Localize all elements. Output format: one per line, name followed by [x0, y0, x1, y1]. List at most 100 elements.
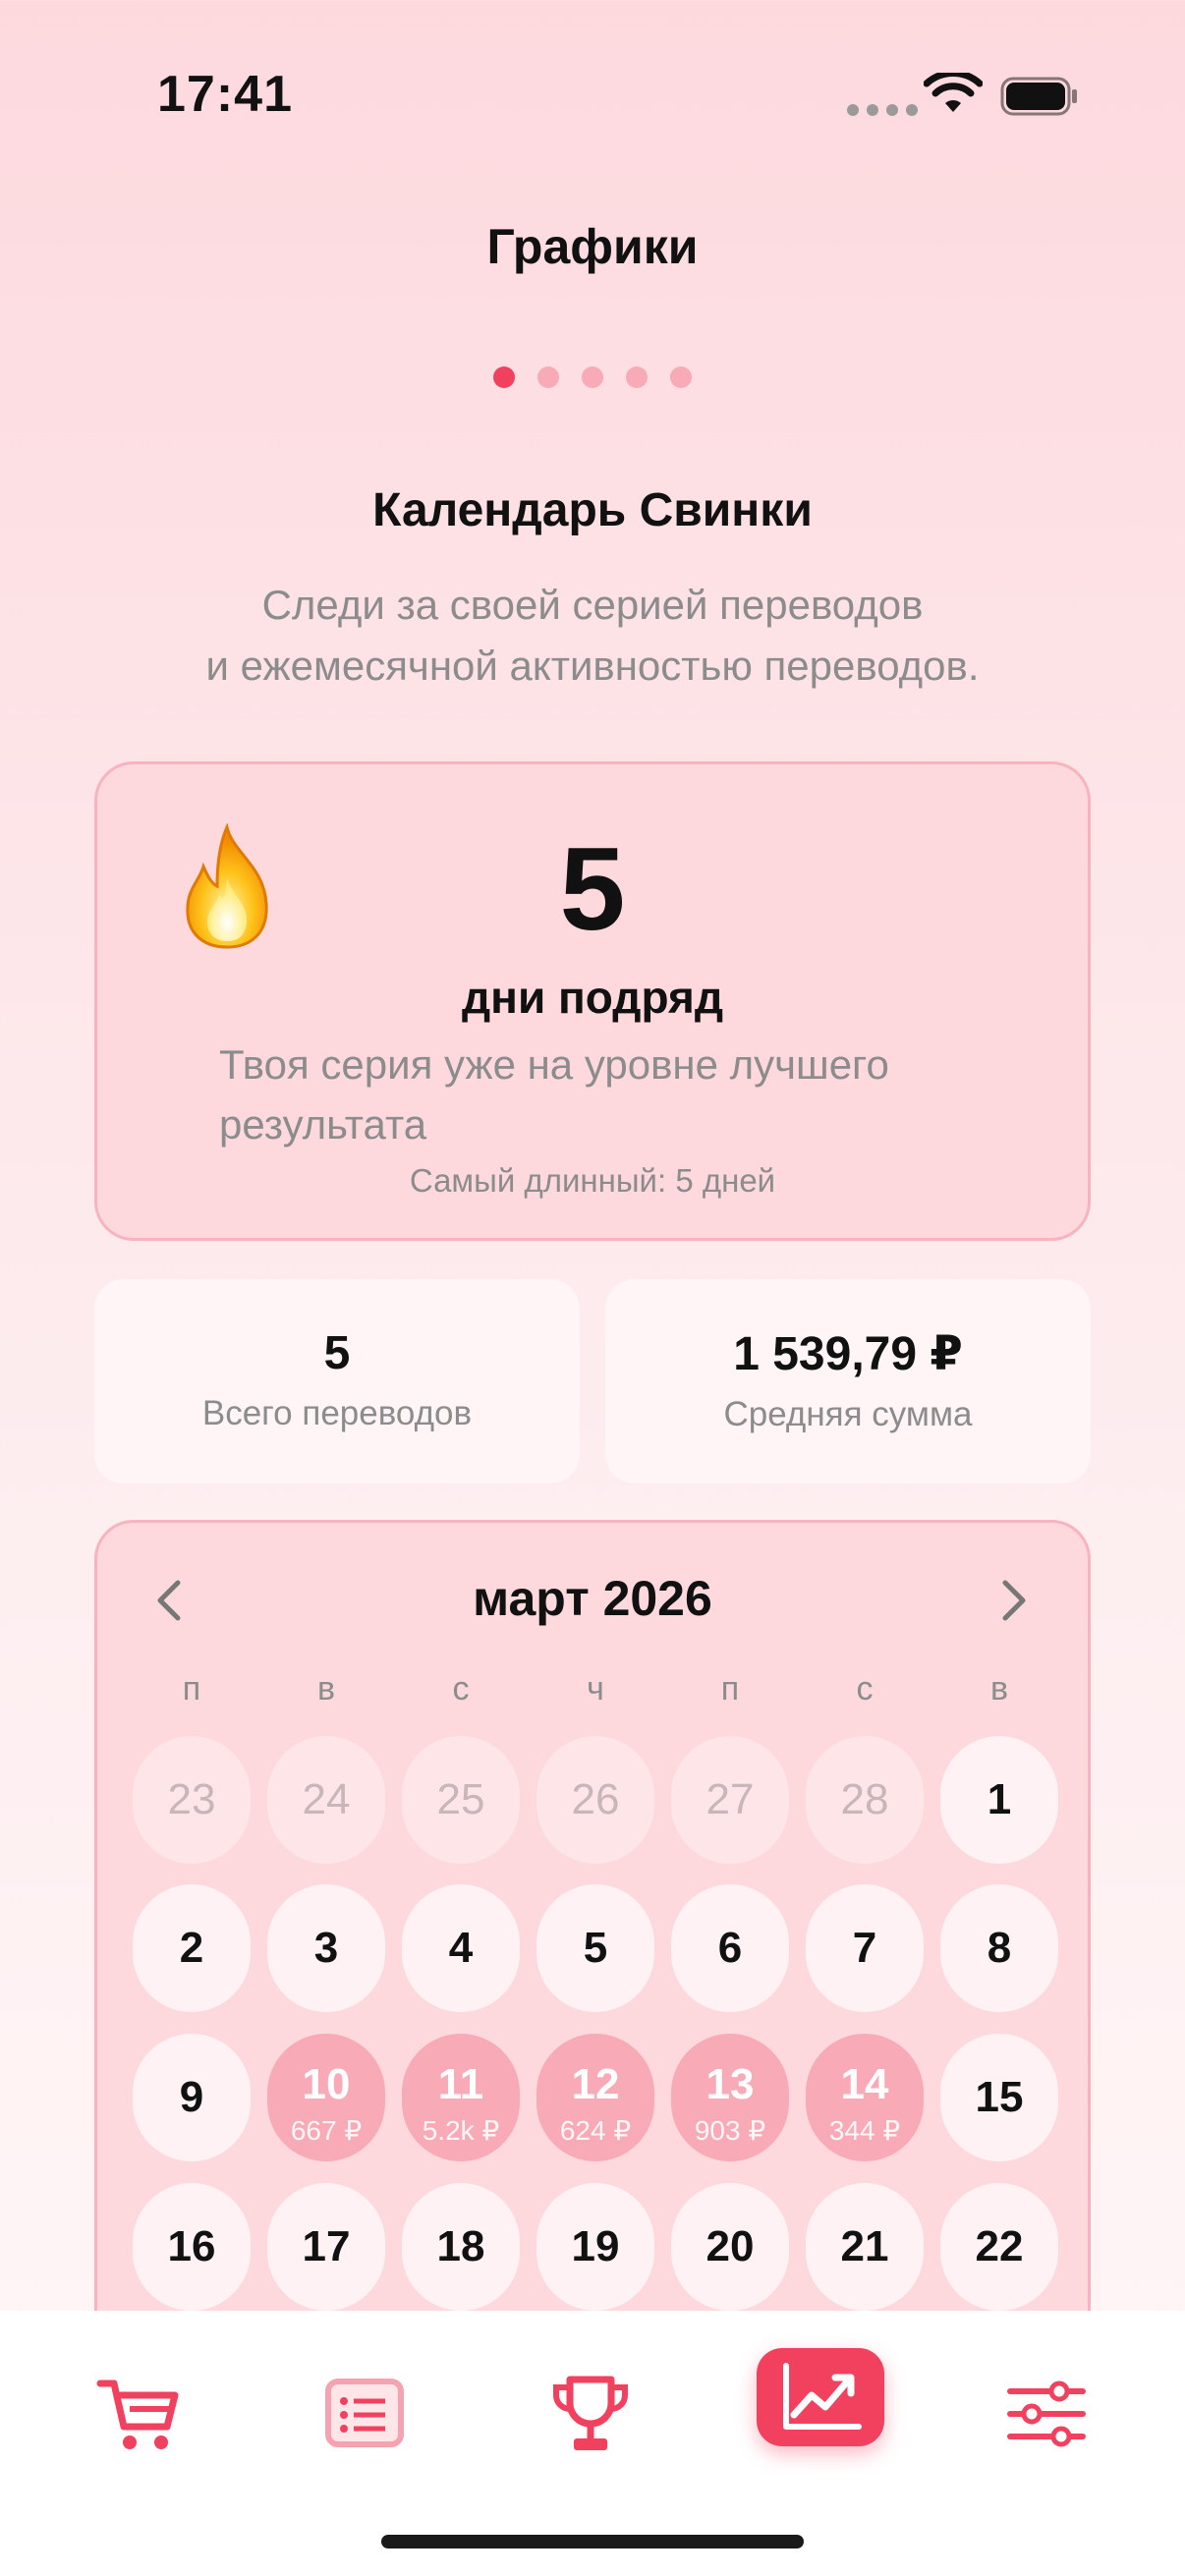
calendar-day[interactable]: 15 — [940, 2034, 1058, 2161]
streak-label: дни подряд — [461, 972, 724, 1023]
calendar-month: март 2026 — [473, 1571, 712, 1626]
average-amount-value: 1 539,79 ₽ — [733, 1328, 963, 1380]
calendar-day[interactable]: 17 — [267, 2183, 385, 2311]
day-number: 8 — [987, 1924, 1012, 1972]
total-transfers-label: Всего переводов — [201, 1394, 473, 1432]
calendar-day-active[interactable]: 11 5.2k ₽ — [402, 2034, 520, 2161]
description-line: Твоя серия уже на уровне лучшего — [219, 1041, 889, 1088]
day-number: 6 — [717, 1924, 743, 1972]
day-number: 1 — [987, 1775, 1012, 1823]
day-number: 2 — [179, 1924, 204, 1972]
day-number: 26 — [571, 1775, 620, 1823]
calendar-day[interactable]: 22 — [940, 2183, 1058, 2311]
calendar-day[interactable]: 16 — [133, 2183, 251, 2311]
day-number: 13 — [705, 2060, 755, 2108]
status-bar: 17:41 — [0, 0, 1185, 187]
chart-icon[interactable] — [776, 2358, 865, 2436]
calendar-day[interactable]: 8 — [940, 1884, 1058, 2012]
streak-card: 5 дни подряд Твоя серия уже на уровне лу… — [94, 761, 1091, 1241]
subtitle-line: Следи за своей серией переводов — [261, 582, 924, 628]
calendar-day[interactable]: 9 — [133, 2034, 251, 2161]
day-number: 14 — [840, 2060, 889, 2108]
day-number: 5 — [583, 1924, 608, 1972]
calendar-day[interactable]: 4 — [402, 1884, 520, 2012]
page-dot[interactable] — [582, 366, 603, 388]
status-time: 17:41 — [157, 66, 293, 123]
calendar-day[interactable]: 26 — [536, 1736, 654, 1864]
day-number: 18 — [436, 2222, 485, 2270]
day-number: 25 — [436, 1775, 485, 1823]
calendar-day[interactable]: 21 — [806, 2183, 924, 2311]
calendar-day[interactable]: 18 — [402, 2183, 520, 2311]
battery-icon — [1000, 77, 1077, 116]
day-number: 23 — [167, 1775, 216, 1823]
average-amount-card: 1 539,79 ₽ Средняя сумма — [605, 1279, 1091, 1484]
calendar-day-active[interactable]: 14 344 ₽ — [806, 2034, 924, 2161]
day-number: 28 — [840, 1775, 889, 1823]
weekday-label: п — [720, 1670, 740, 1708]
cart-icon[interactable] — [94, 2370, 183, 2458]
home-indicator[interactable] — [381, 2535, 804, 2548]
day-amount: 667 ₽ — [290, 2115, 363, 2146]
day-amount: 903 ₽ — [694, 2115, 766, 2146]
weekday-label: п — [182, 1670, 201, 1708]
page-dot[interactable] — [670, 366, 692, 388]
weekday-label: в — [989, 1670, 1009, 1708]
streak-description: Твоя серия уже на уровне лучшего результ… — [219, 1035, 1005, 1154]
section-subtitle: Следи за своей серией переводов и ежемес… — [0, 575, 1185, 697]
day-number: 16 — [167, 2222, 216, 2270]
day-number: 11 — [437, 2060, 484, 2108]
calendar-day-active[interactable]: 13 903 ₽ — [671, 2034, 789, 2161]
page-dot[interactable] — [626, 366, 648, 388]
day-amount: 5.2k ₽ — [422, 2115, 500, 2146]
weekday-label: в — [316, 1670, 336, 1708]
day-amount: 624 ₽ — [559, 2115, 632, 2146]
list-icon[interactable] — [320, 2370, 409, 2458]
calendar-day[interactable]: 5 — [536, 1884, 654, 2012]
weekday-label: с — [856, 1670, 874, 1708]
calendar-day[interactable]: 25 — [402, 1736, 520, 1864]
day-amount: 344 ₽ — [828, 2115, 901, 2146]
day-number: 12 — [571, 2060, 620, 2108]
day-number: 9 — [179, 2073, 204, 2121]
day-number: 27 — [705, 1775, 755, 1823]
day-number: 19 — [571, 2222, 620, 2270]
calendar-day[interactable]: 24 — [267, 1736, 385, 1864]
description-line: результата — [219, 1101, 427, 1148]
calendar-day[interactable]: 19 — [536, 2183, 654, 2311]
day-number: 3 — [313, 1924, 339, 1972]
total-transfers-value: 5 — [323, 1327, 351, 1379]
trophy-icon[interactable] — [546, 2370, 635, 2458]
calendar-day[interactable]: 3 — [267, 1884, 385, 2012]
calendar-day[interactable]: 2 — [133, 1884, 251, 2012]
calendar-day[interactable]: 7 — [806, 1884, 924, 2012]
day-number: 22 — [975, 2222, 1024, 2270]
page-dot-active[interactable] — [493, 366, 515, 388]
page-title: Графики — [486, 219, 699, 274]
calendar-day-active[interactable]: 10 667 ₽ — [267, 2034, 385, 2161]
day-number: 7 — [852, 1924, 877, 1972]
weekday-label: с — [452, 1670, 470, 1708]
calendar-day[interactable]: 27 — [671, 1736, 789, 1864]
page-dot[interactable] — [537, 366, 559, 388]
signal-dots-icon — [847, 104, 918, 116]
streak-best: Самый длинный: 5 дней — [409, 1162, 776, 1199]
day-number: 24 — [302, 1775, 351, 1823]
sliders-icon[interactable] — [1002, 2370, 1091, 2458]
section-title: Календарь Свинки — [372, 484, 813, 536]
weekday-label: ч — [587, 1670, 604, 1708]
calendar-day[interactable]: 20 — [671, 2183, 789, 2311]
wifi-icon — [924, 73, 983, 112]
page-indicator[interactable] — [0, 366, 1185, 388]
chevron-right-icon[interactable] — [993, 1577, 1033, 1624]
calendar-day[interactable]: 6 — [671, 1884, 789, 2012]
calendar-day[interactable]: 28 — [806, 1736, 924, 1864]
day-number: 4 — [448, 1924, 474, 1972]
calendar-day-active[interactable]: 12 624 ₽ — [536, 2034, 654, 2161]
calendar-day[interactable]: 1 — [940, 1736, 1058, 1864]
streak-count: 5 — [559, 823, 626, 955]
calendar-day[interactable]: 23 — [133, 1736, 251, 1864]
total-transfers-card: 5 Всего переводов — [94, 1279, 580, 1484]
day-number: 21 — [840, 2222, 889, 2270]
day-number: 20 — [705, 2222, 755, 2270]
